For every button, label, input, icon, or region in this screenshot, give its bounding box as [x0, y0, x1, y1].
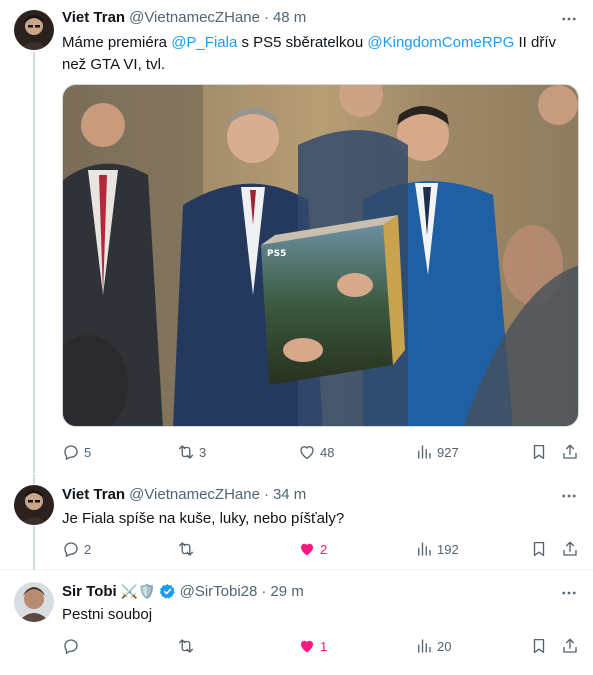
tweet-2[interactable]: Viet Tran @VietnamecZHane · 34 m Je Fial…	[0, 474, 593, 570]
reply-button[interactable]: 2	[62, 539, 91, 559]
tweet-text: Je Fiala spíše na kuše, luky, nebo píšťa…	[62, 510, 345, 527]
display-name[interactable]: Viet Tran	[62, 9, 125, 26]
like-button[interactable]: 2	[298, 539, 327, 559]
like-button[interactable]: 48	[298, 442, 334, 462]
views-icon	[418, 445, 431, 459]
display-name[interactable]: Viet Tran	[62, 486, 125, 503]
tweet-actions: 2 2 192	[62, 539, 580, 559]
views-button[interactable]: 927	[415, 442, 459, 462]
mention-link[interactable]: @P_Fiala	[171, 34, 237, 51]
view-count: 927	[437, 444, 459, 460]
name-badges: ⚔️🛡️	[120, 583, 156, 599]
views-button[interactable]: 192	[415, 539, 459, 559]
reply-button[interactable]	[62, 636, 80, 656]
tweet-text: Pestni souboj	[62, 606, 153, 623]
views-button[interactable]: 20	[415, 636, 451, 656]
retweet-button[interactable]	[177, 636, 195, 656]
reply-button[interactable]: 5	[62, 442, 91, 462]
like-count: 2	[320, 541, 328, 557]
share-icon	[563, 541, 577, 556]
thread-line	[33, 52, 35, 473]
reply-icon	[64, 445, 78, 461]
like-count: 48	[320, 444, 335, 460]
views-icon	[418, 542, 431, 556]
tweet-1[interactable]: Viet Tran @VietnamecZHane · 48 m Máme pr…	[0, 0, 593, 473]
like-count: 1	[320, 638, 328, 654]
text-segment: Máme premiéra	[62, 34, 172, 51]
retweet-button[interactable]	[177, 539, 195, 559]
separator-dot: ·	[263, 9, 269, 26]
retweet-icon	[178, 639, 194, 653]
tweet-actions: 1 20	[62, 636, 580, 656]
share-button[interactable]	[561, 636, 579, 656]
tweet-header: Viet Tran @VietnamecZHane · 48 m	[62, 9, 306, 26]
share-icon	[563, 444, 577, 459]
separator-dot: ·	[263, 486, 269, 503]
tweet-text: Máme premiéra @P_Fiala s PS5 sběratelkou…	[62, 32, 577, 76]
share-icon	[563, 638, 577, 653]
bookmark-icon	[533, 638, 545, 654]
avatar[interactable]	[14, 10, 54, 50]
share-button[interactable]	[561, 442, 579, 462]
tweet-3[interactable]: Sir Tobi ⚔️🛡️ @SirTobi28 · 29 m Pestni s…	[0, 571, 593, 675]
retweet-count: 3	[199, 444, 207, 460]
separator-dot: ·	[261, 583, 267, 600]
user-handle[interactable]: @VietnamecZHane	[129, 9, 260, 26]
timestamp[interactable]: 34 m	[273, 486, 306, 503]
retweet-icon	[178, 542, 194, 556]
text-segment: s PS5 sběratelkou	[237, 34, 368, 51]
mention-link[interactable]: @KingdomComeRPG	[367, 34, 514, 51]
heart-filled-icon	[301, 640, 313, 653]
heart-icon	[300, 446, 314, 460]
avatar[interactable]	[14, 485, 54, 525]
more-options-icon[interactable]	[559, 583, 579, 603]
tweet-actions: 5 3 48 927	[62, 442, 580, 462]
reply-count: 5	[84, 444, 92, 460]
tweet-photo[interactable]: PS5	[62, 84, 579, 427]
heart-filled-icon	[301, 543, 313, 556]
bookmark-button[interactable]	[530, 442, 548, 462]
thread-line	[33, 474, 35, 484]
more-options-icon[interactable]	[559, 486, 579, 506]
user-handle[interactable]: @SirTobi28	[180, 583, 258, 600]
share-button[interactable]	[561, 539, 579, 559]
bookmark-button[interactable]	[530, 636, 548, 656]
bookmark-icon	[533, 541, 545, 557]
tweet-header: Sir Tobi ⚔️🛡️ @SirTobi28 · 29 m	[62, 583, 304, 600]
tweet-header: Viet Tran @VietnamecZHane · 34 m	[62, 486, 306, 503]
view-count: 192	[437, 541, 459, 557]
reply-count: 2	[84, 541, 92, 557]
timestamp[interactable]: 29 m	[270, 583, 303, 600]
more-options-icon[interactable]	[559, 9, 579, 29]
reply-icon	[64, 639, 78, 655]
user-handle[interactable]: @VietnamecZHane	[129, 486, 260, 503]
bookmark-button[interactable]	[530, 539, 548, 559]
display-name[interactable]: Sir Tobi	[62, 583, 117, 600]
view-count: 20	[437, 638, 452, 654]
reply-icon	[64, 542, 78, 558]
retweet-icon	[178, 445, 194, 459]
timestamp[interactable]: 48 m	[273, 9, 306, 26]
thread-line	[33, 526, 35, 570]
views-icon	[418, 639, 431, 653]
retweet-button[interactable]: 3	[177, 442, 206, 462]
bookmark-icon	[533, 444, 545, 460]
box-label: PS5	[267, 249, 286, 259]
avatar[interactable]	[14, 582, 54, 622]
like-button[interactable]: 1	[298, 636, 327, 656]
verified-badge-icon[interactable]	[159, 583, 176, 600]
